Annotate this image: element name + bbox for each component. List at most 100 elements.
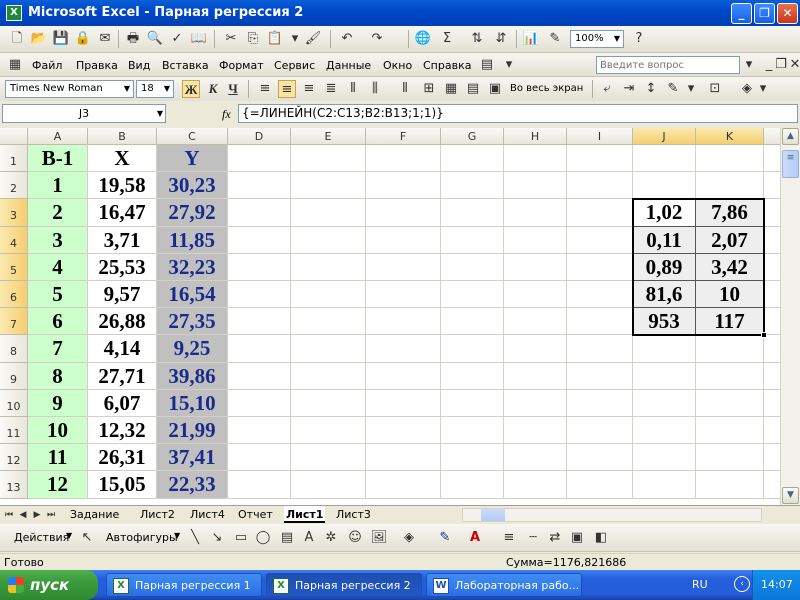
linest-cell[interactable]: 0,89	[633, 253, 696, 281]
vertical-scrollbar[interactable]: ▲ ≡ ▼	[780, 128, 800, 505]
empty-cell[interactable]	[366, 199, 441, 227]
spacing-icon[interactable]: ↕	[642, 80, 660, 98]
line-icon[interactable]: ╲	[186, 529, 204, 547]
empty-cell[interactable]	[504, 199, 567, 227]
empty-cell[interactable]	[228, 226, 291, 254]
data-cell-b[interactable]: 15,05	[88, 471, 157, 499]
empty-cell[interactable]	[441, 417, 504, 445]
scroll-up-icon[interactable]: ▲	[782, 128, 799, 145]
email-icon[interactable]: ✉	[96, 30, 114, 48]
paste-dropdown-icon[interactable]: ▾	[290, 30, 300, 48]
empty-cell[interactable]	[441, 389, 504, 417]
full-screen-icon[interactable]: ▣	[486, 80, 504, 98]
empty-cell[interactable]	[764, 417, 780, 445]
row-header-11[interactable]: 11	[0, 417, 28, 445]
autosum-icon[interactable]: Σ	[438, 30, 456, 48]
data-cell-b[interactable]: 26,31	[88, 444, 157, 472]
menu-data[interactable]: Данные	[326, 59, 371, 72]
taskbar-item-regression2[interactable]: X Парная регрессия 2	[266, 573, 422, 597]
taskbar-item-lab[interactable]: W Лабораторная рабо...	[426, 573, 582, 597]
header-cell-c[interactable]: Y	[157, 145, 228, 173]
empty-cell[interactable]	[633, 172, 696, 200]
empty-cell[interactable]	[567, 172, 633, 200]
empty-cell[interactable]	[567, 308, 633, 336]
hyperlink-icon[interactable]: 🌐	[414, 30, 432, 48]
menu-view[interactable]: Вид	[128, 59, 150, 72]
menu-format[interactable]: Формат	[219, 59, 264, 72]
empty-cell[interactable]	[764, 227, 780, 254]
empty-cell[interactable]	[764, 145, 780, 173]
redo-icon[interactable]: ↷	[368, 30, 386, 48]
empty-cell[interactable]	[441, 444, 504, 472]
3d-icon[interactable]: ◧	[592, 529, 610, 547]
pointer-icon[interactable]: ↖	[78, 529, 96, 547]
row-header-5[interactable]: 5	[0, 253, 28, 281]
header-cell-b[interactable]: X	[88, 145, 157, 173]
empty-cell[interactable]	[228, 253, 291, 281]
empty-cell[interactable]	[764, 471, 780, 499]
data-cell-c[interactable]: 11,85	[157, 226, 228, 254]
empty-cell[interactable]	[504, 172, 567, 200]
empty-cell[interactable]	[228, 444, 291, 472]
column-header-a[interactable]: A	[28, 128, 88, 145]
linest-cell[interactable]: 3,42	[696, 253, 764, 281]
help-icon[interactable]: ?	[630, 30, 648, 48]
column-header-h[interactable]: H	[504, 128, 567, 145]
wordart-icon[interactable]: A	[300, 529, 318, 547]
dash-style-icon[interactable]: ┄	[524, 529, 542, 547]
row-header-1[interactable]: 1	[0, 145, 28, 173]
data-cell-a[interactable]: 9	[28, 389, 88, 417]
data-cell-c[interactable]: 27,92	[157, 199, 228, 227]
font-color-icon[interactable]: A	[466, 529, 484, 547]
empty-cell[interactable]	[696, 389, 764, 417]
data-cell-b[interactable]: 27,71	[88, 362, 157, 390]
empty-cell[interactable]	[228, 471, 291, 499]
data-cell-a[interactable]: 5	[28, 281, 88, 309]
formula-input[interactable]: {=ЛИНЕЙН(C2:C13;B2:B13;1;1)}	[238, 104, 798, 123]
empty-cell[interactable]	[291, 199, 366, 227]
zoom-select[interactable]: 100% ▼	[570, 30, 624, 48]
linest-cell[interactable]: 2,07	[696, 226, 764, 254]
data-cell-c[interactable]: 9,25	[157, 335, 228, 363]
empty-cell[interactable]	[764, 335, 780, 363]
align-right-icon[interactable]: ≡	[300, 80, 318, 98]
row-header-6[interactable]: 6	[0, 281, 28, 309]
empty-cell[interactable]	[567, 471, 633, 499]
spelling-icon[interactable]: ✓	[168, 30, 186, 48]
empty-cell[interactable]	[764, 172, 780, 200]
line-style-icon[interactable]: ≡	[500, 529, 518, 547]
column-header-f[interactable]: F	[366, 128, 441, 145]
empty-cell[interactable]	[366, 145, 441, 173]
undo-icon[interactable]: ↶	[338, 30, 356, 48]
sort-ascending-icon[interactable]: ⇅	[468, 30, 486, 48]
chevron-down-icon[interactable]: ▼	[174, 531, 180, 540]
data-cell-b[interactable]: 25,53	[88, 253, 157, 281]
empty-cell[interactable]	[441, 362, 504, 390]
minimize-button[interactable]: _	[731, 3, 752, 24]
arrow-icon[interactable]: ↘	[208, 529, 226, 547]
permission-icon[interactable]: 🔒	[74, 30, 92, 48]
empty-cell[interactable]	[441, 253, 504, 281]
data-cell-c[interactable]: 37,41	[157, 444, 228, 472]
data-cell-c[interactable]: 30,23	[157, 172, 228, 200]
empty-cell[interactable]	[696, 362, 764, 390]
empty-cell[interactable]	[696, 172, 764, 200]
chevron-down-icon[interactable]: ▾	[500, 56, 518, 74]
doc-close-button[interactable]: ✕	[786, 56, 800, 74]
arrow-style-icon[interactable]: ⇄	[546, 529, 564, 547]
horizontal-scrollbar[interactable]	[462, 508, 762, 522]
prev-sheet-icon[interactable]: ◀	[16, 506, 30, 524]
menu-help[interactable]: Справка	[423, 59, 471, 72]
language-indicator[interactable]: RU	[692, 578, 708, 591]
grid-icon[interactable]: ▤	[478, 56, 496, 74]
empty-cell[interactable]	[228, 281, 291, 309]
save-icon[interactable]: 💾	[52, 30, 70, 48]
empty-cell[interactable]	[366, 281, 441, 309]
data-cell-a[interactable]: 4	[28, 253, 88, 281]
empty-cell[interactable]	[504, 145, 567, 173]
name-box[interactable]: J3 ▼	[2, 104, 166, 123]
italic-button[interactable]: К	[204, 80, 222, 98]
empty-cell[interactable]	[567, 444, 633, 472]
data-cell-a[interactable]: 12	[28, 471, 88, 499]
row-header-2[interactable]: 2	[0, 172, 28, 200]
